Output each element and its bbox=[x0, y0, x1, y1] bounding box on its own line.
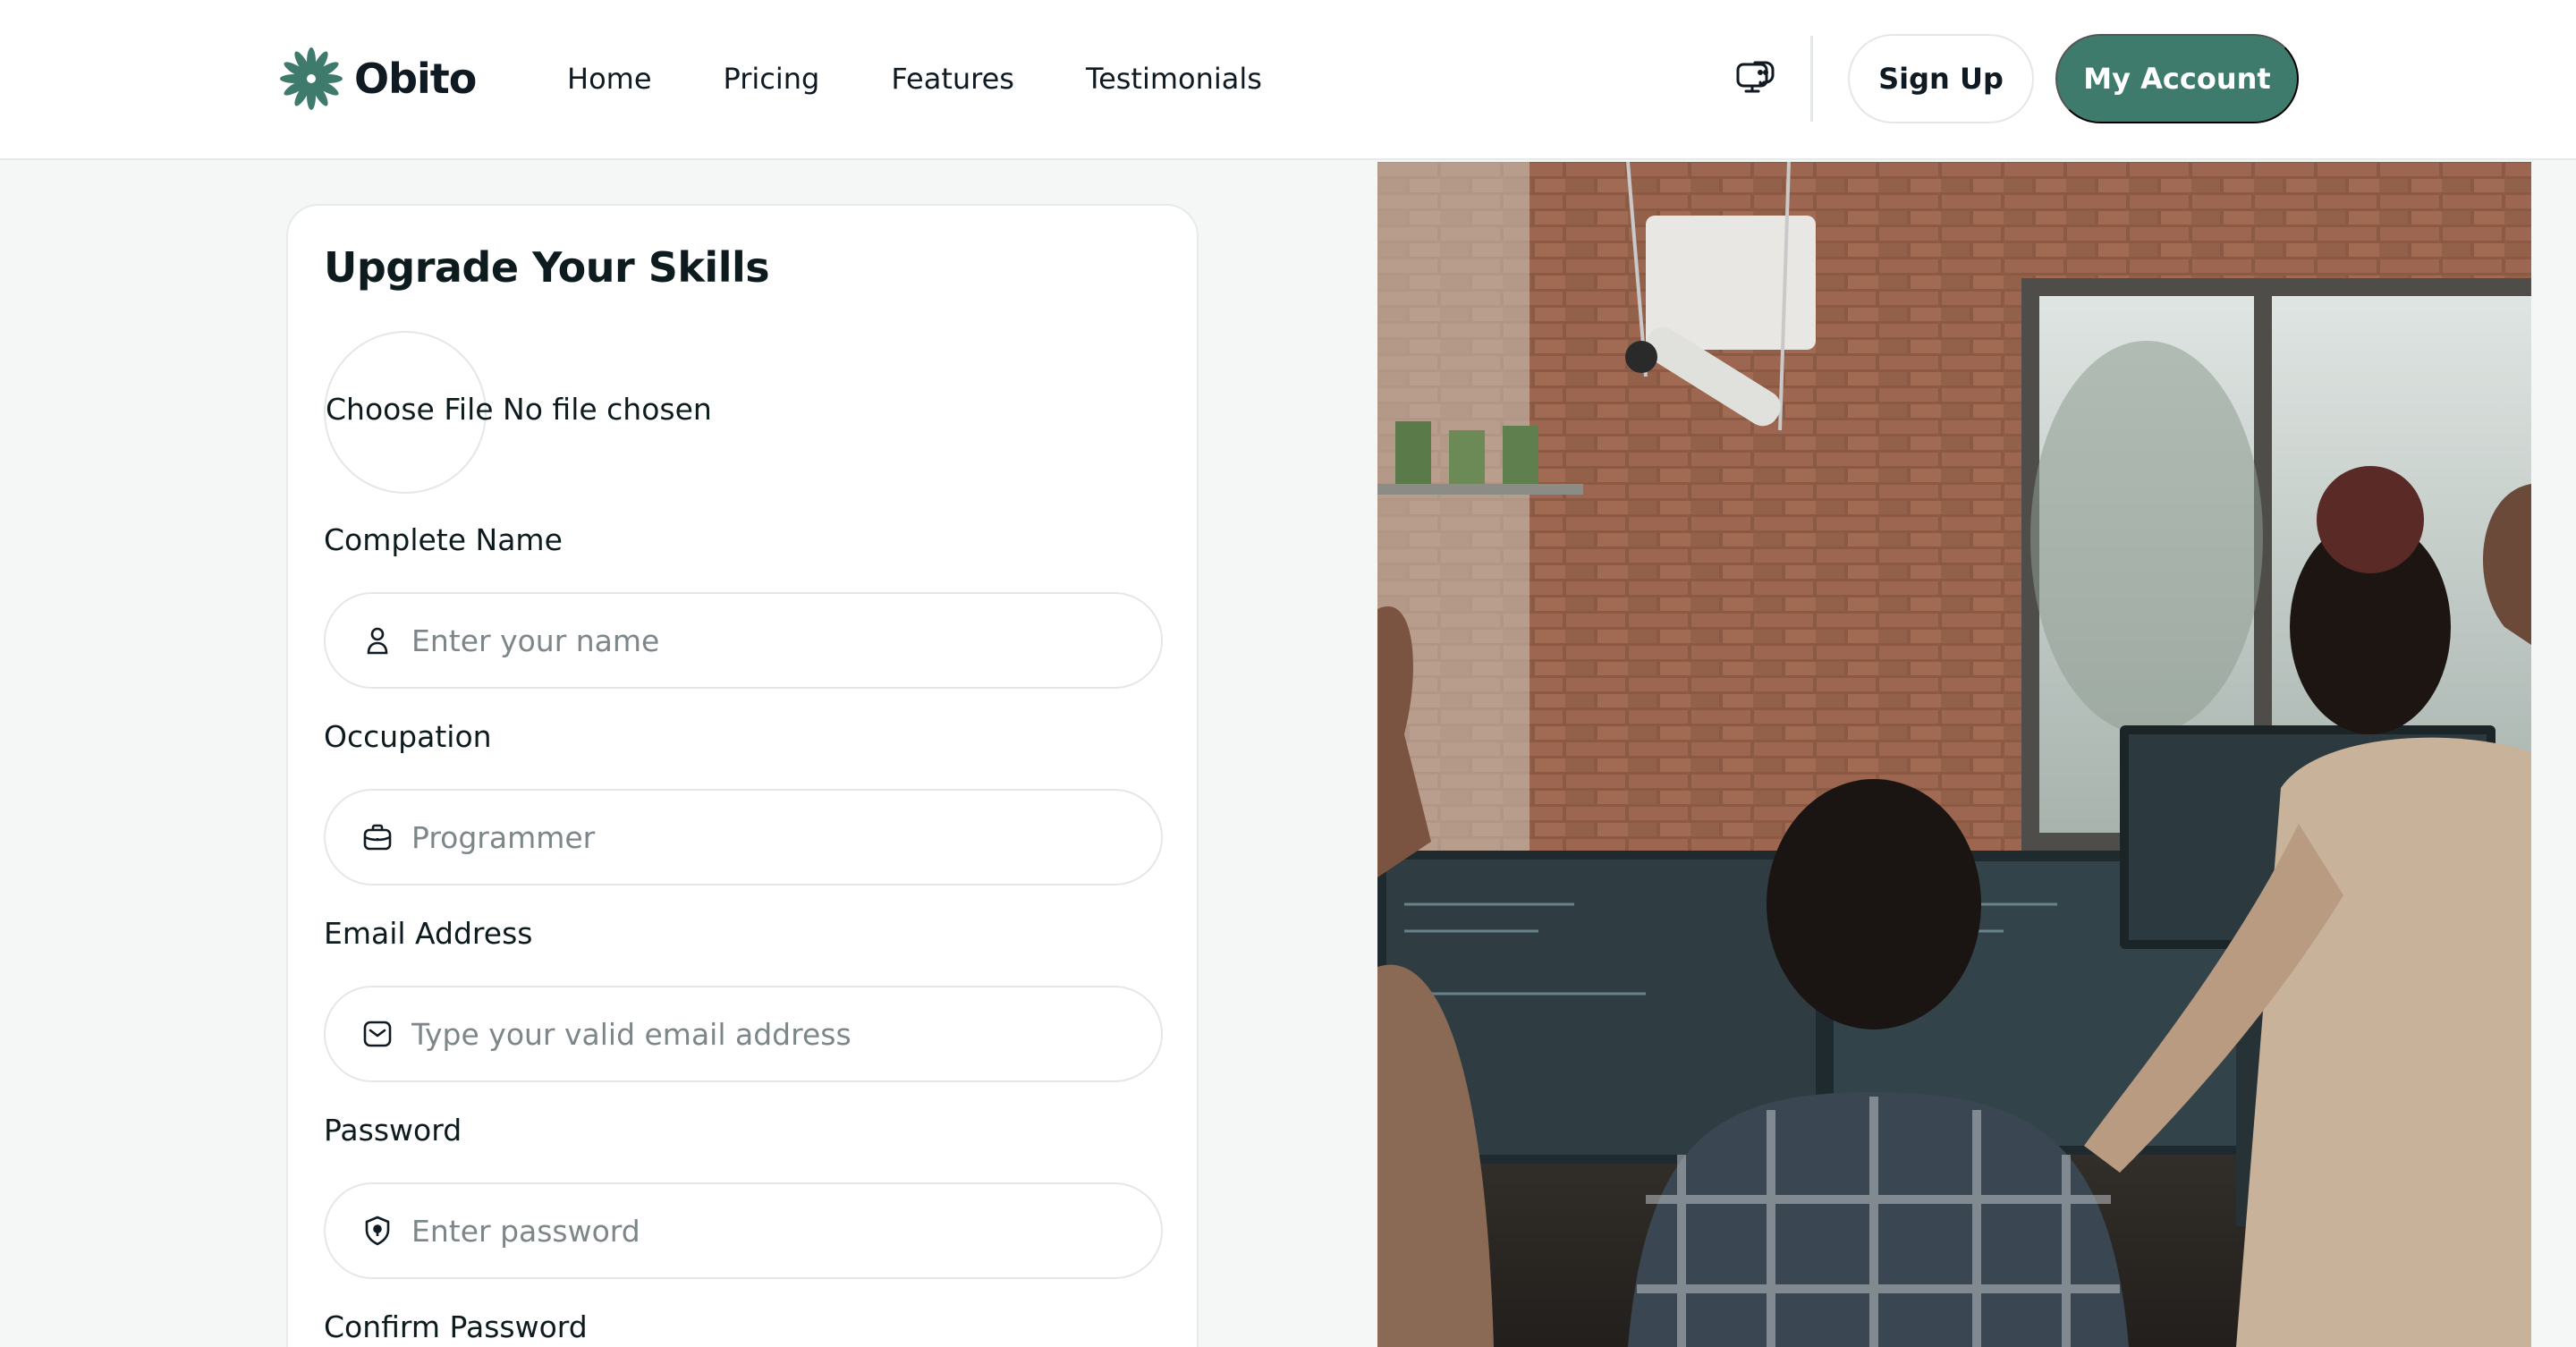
file-input[interactable]: Choose File No file chosen bbox=[326, 392, 712, 427]
team-working-at-computers-photo bbox=[1377, 162, 2531, 1347]
complete-name-label: Complete Name bbox=[324, 522, 563, 557]
occupation-field[interactable] bbox=[324, 789, 1163, 885]
password-field[interactable] bbox=[324, 1182, 1163, 1279]
mail-icon bbox=[363, 1021, 392, 1047]
user-icon bbox=[367, 627, 388, 655]
chat-support-button[interactable] bbox=[1728, 54, 1782, 107]
sign-up-button[interactable]: Sign Up bbox=[1848, 34, 2034, 123]
nav-features[interactable]: Features bbox=[891, 62, 1014, 96]
occupation-label: Occupation bbox=[324, 719, 492, 754]
email-label: Email Address bbox=[324, 916, 533, 951]
complete-name-input[interactable] bbox=[411, 623, 1145, 658]
nav-home[interactable]: Home bbox=[567, 62, 652, 96]
choose-file-button[interactable]: Choose File bbox=[326, 392, 494, 427]
file-status: No file chosen bbox=[503, 392, 712, 427]
my-account-button[interactable]: My Account bbox=[2055, 34, 2299, 123]
hero-photo-illustration bbox=[1377, 162, 2531, 1347]
password-input[interactable] bbox=[411, 1213, 1145, 1249]
email-input[interactable] bbox=[411, 1016, 1145, 1052]
nav-testimonials[interactable]: Testimonials bbox=[1086, 62, 1262, 96]
occupation-input[interactable] bbox=[411, 819, 1145, 855]
brand-name: Obito bbox=[354, 55, 477, 103]
brand-logo[interactable]: Obito bbox=[277, 45, 477, 113]
chat-support-icon bbox=[1736, 61, 1775, 93]
briefcase-icon bbox=[363, 824, 392, 851]
top-header: Obito Home Pricing Features Testimonials… bbox=[0, 0, 2576, 160]
main-nav: Home Pricing Features Testimonials bbox=[567, 55, 1262, 102]
confirm-password-label: Confirm Password bbox=[324, 1309, 588, 1344]
password-label: Password bbox=[324, 1113, 462, 1148]
nav-pricing[interactable]: Pricing bbox=[724, 62, 820, 96]
header-divider bbox=[1810, 36, 1813, 122]
complete-name-field[interactable] bbox=[324, 592, 1163, 689]
signup-form-card: Upgrade Your Skills Choose File No file … bbox=[286, 204, 1199, 1347]
shield-icon bbox=[365, 1216, 390, 1246]
email-field[interactable] bbox=[324, 986, 1163, 1082]
logo-flower-icon bbox=[280, 47, 343, 110]
form-title: Upgrade Your Skills bbox=[324, 243, 770, 292]
